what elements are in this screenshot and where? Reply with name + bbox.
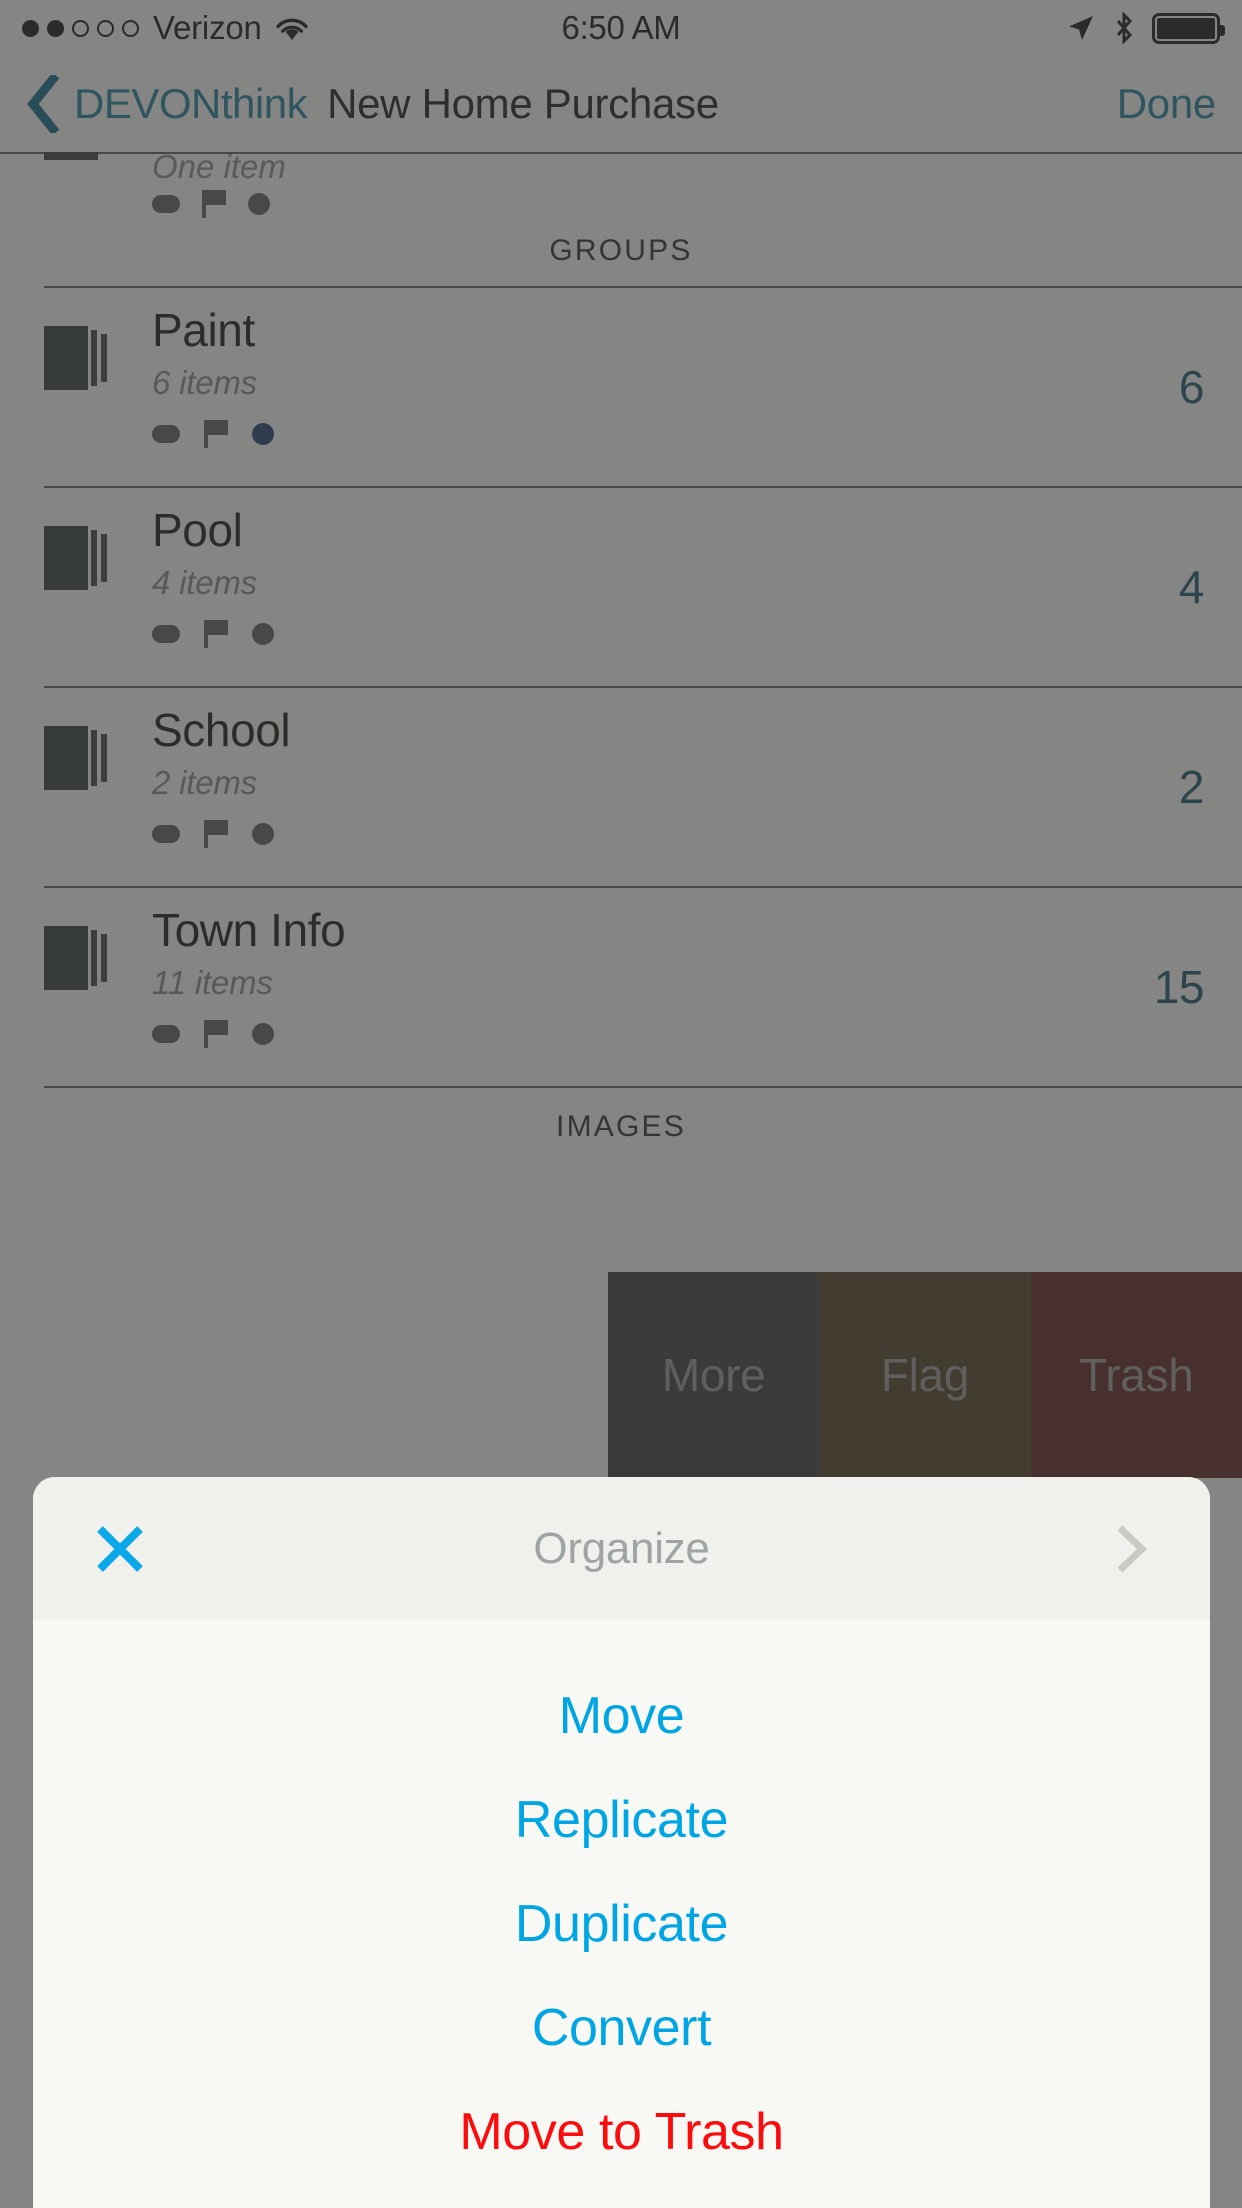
- label-dot-icon: [248, 193, 270, 215]
- row-text: Town Info 11 items: [152, 904, 346, 1049]
- location-arrow-icon: [1069, 16, 1094, 40]
- row-count-badge: 15: [1153, 961, 1205, 1013]
- done-button[interactable]: Done: [1117, 80, 1217, 128]
- row-count-badge: 4: [1178, 561, 1205, 613]
- tag-icon: [152, 195, 180, 213]
- flag-icon: [204, 820, 228, 849]
- status-bar-right: [681, 12, 1226, 44]
- flag-icon: [204, 1020, 228, 1049]
- list-item-partial[interactable]: One item: [0, 152, 1242, 218]
- label-dot-icon: [252, 623, 274, 646]
- flag-icon: [204, 420, 228, 449]
- row-text: Paint 6 items: [152, 304, 274, 449]
- back-button-label: DEVONthink: [74, 80, 308, 127]
- flag-icon: [202, 190, 226, 218]
- action-item-replicate[interactable]: Replicate: [33, 1768, 1210, 1872]
- row-badges: [152, 420, 274, 449]
- action-sheet-items: Move Replicate Duplicate Convert Move to…: [33, 1620, 1210, 2208]
- action-sheet-title: Organize: [533, 1523, 710, 1573]
- tag-icon: [152, 425, 180, 444]
- table-row[interactable]: Town Info 11 items 15: [0, 888, 1242, 1086]
- swipe-more-button[interactable]: More: [608, 1272, 820, 1478]
- tag-icon: [152, 825, 180, 844]
- row-text: Pool 4 items: [152, 504, 274, 649]
- page-title: New Home Purchase: [327, 80, 719, 127]
- status-bar: Verizon 6:50 AM: [0, 0, 1242, 56]
- battery-full-icon: [1152, 12, 1226, 44]
- row-subtitle: 2 items: [152, 764, 257, 802]
- action-item-convert[interactable]: Convert: [33, 1976, 1210, 2080]
- list-item-subtitle: One item: [152, 152, 286, 185]
- row-title: Paint: [152, 304, 255, 356]
- action-sheet: Organize Move Replicate Duplicate Conver…: [33, 1477, 1210, 2208]
- clock-label: 6:50 AM: [561, 9, 681, 46]
- label-dot-icon: [252, 423, 274, 446]
- action-sheet-header: Organize: [33, 1477, 1210, 1620]
- tag-icon: [152, 1025, 180, 1044]
- row-count-badge: 2: [1178, 761, 1205, 813]
- section-header-images: IMAGES: [556, 1110, 686, 1143]
- chevron-left-icon: [27, 75, 60, 133]
- document-stack-icon: [44, 326, 107, 390]
- carrier-label: Verizon: [153, 9, 262, 46]
- action-item-move[interactable]: Move: [33, 1664, 1210, 1768]
- row-title: Pool: [152, 504, 243, 556]
- label-dot-icon: [252, 1023, 274, 1046]
- table-row[interactable]: Pool 4 items 4: [0, 488, 1242, 686]
- document-stack-icon: [44, 926, 107, 990]
- row-title: Town Info: [152, 904, 346, 956]
- list-item-badges: [152, 190, 270, 218]
- signal-strength-icon: [22, 19, 139, 37]
- section-header-groups: GROUPS: [549, 234, 693, 267]
- wifi-icon: [275, 18, 308, 40]
- status-bar-center: 6:50 AM: [562, 9, 681, 47]
- row-title: School: [152, 704, 291, 756]
- flag-icon: [204, 620, 228, 649]
- nav-bar: DEVONthink New Home Purchase Done: [0, 56, 1242, 152]
- tag-icon: [152, 625, 180, 644]
- row-badges: [152, 820, 290, 849]
- row-subtitle: 6 items: [152, 364, 257, 402]
- row-badges: [152, 620, 274, 649]
- bluetooth-icon: [1116, 12, 1133, 44]
- document-stack-icon: [44, 726, 107, 790]
- document-stack-icon: [44, 526, 107, 590]
- swipe-flag-button[interactable]: Flag: [819, 1272, 1031, 1478]
- action-item-move-to-trash[interactable]: Move to Trash: [33, 2080, 1210, 2184]
- row-subtitle: 11 items: [152, 964, 273, 1002]
- row-subtitle: 4 items: [152, 564, 257, 602]
- label-dot-icon: [252, 823, 274, 846]
- swipe-trash-button[interactable]: Trash: [1030, 1272, 1242, 1478]
- table-row[interactable]: Paint 6 items 6: [0, 288, 1242, 486]
- row-text: School 2 items: [152, 704, 291, 849]
- row-badges: [152, 1020, 345, 1049]
- table-row[interactable]: School 2 items 2: [0, 688, 1242, 886]
- status-bar-left: Verizon: [22, 9, 562, 47]
- back-button[interactable]: DEVONthink: [26, 75, 308, 133]
- swipe-action-bar: More Flag Trash: [608, 1272, 1242, 1478]
- row-count-badge: 6: [1178, 361, 1205, 413]
- document-stack-icon: [44, 152, 98, 160]
- action-item-duplicate[interactable]: Duplicate: [33, 1872, 1210, 1976]
